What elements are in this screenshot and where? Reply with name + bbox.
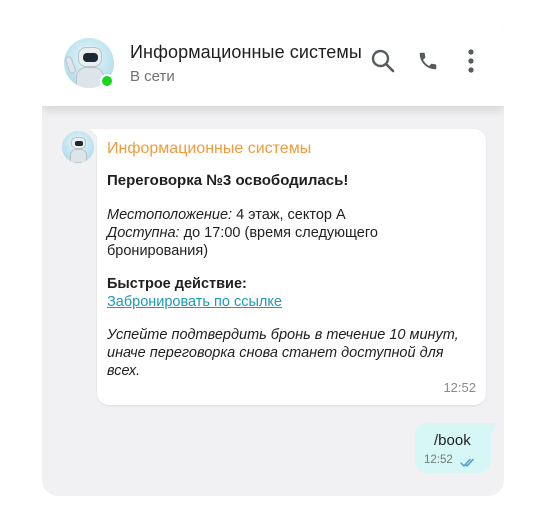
note-line-2: иначе переговорка снова станет доступной… (107, 345, 444, 361)
location-line: Местоположение: 4 этаж, сектор А (107, 206, 477, 224)
chat-header: Информационные системы В сети (42, 18, 504, 106)
chat-status: В сети (130, 68, 175, 85)
chat-window: Информационные системы В сети Информацио… (42, 18, 504, 496)
availability-label: Доступна: (107, 225, 180, 241)
outgoing-time: 12:52 (424, 454, 453, 466)
book-link[interactable]: Забронировать по ссылке (107, 294, 282, 310)
incoming-message: Информационные системы Переговорка №3 ос… (90, 129, 486, 405)
message-sender-avatar[interactable] (62, 131, 94, 163)
availability-value: до 17:00 (время следующего (179, 225, 378, 241)
message-headline: Переговорка №3 освободилась! (107, 172, 349, 189)
location-value: 4 этаж, сектор А (232, 207, 346, 223)
search-icon[interactable] (370, 48, 396, 74)
chat-avatar[interactable] (64, 38, 114, 88)
quick-action-label: Быстрое действие: (107, 276, 247, 292)
phone-icon[interactable] (415, 48, 441, 74)
quick-action-row: Забронировать по ссылке (107, 293, 477, 311)
location-label: Местоположение: (107, 207, 233, 223)
message-sender-name: Информационные системы (107, 140, 312, 157)
availability-line: Доступна: до 17:00 (время следующего (107, 224, 477, 242)
incoming-time: 12:52 (443, 380, 476, 395)
outgoing-message: /book 12:52 (415, 423, 499, 473)
note-line-3: всех. (107, 363, 141, 379)
online-indicator (100, 74, 114, 88)
double-check-icon (460, 455, 476, 473)
outgoing-text: /book (434, 432, 471, 449)
availability-value-cont: бронирования) (107, 243, 209, 259)
chat-title[interactable]: Информационные системы (130, 42, 362, 63)
more-vertical-icon[interactable] (458, 48, 484, 74)
note-line-1: Успейте подтвердить бронь в течение 10 м… (107, 327, 459, 343)
